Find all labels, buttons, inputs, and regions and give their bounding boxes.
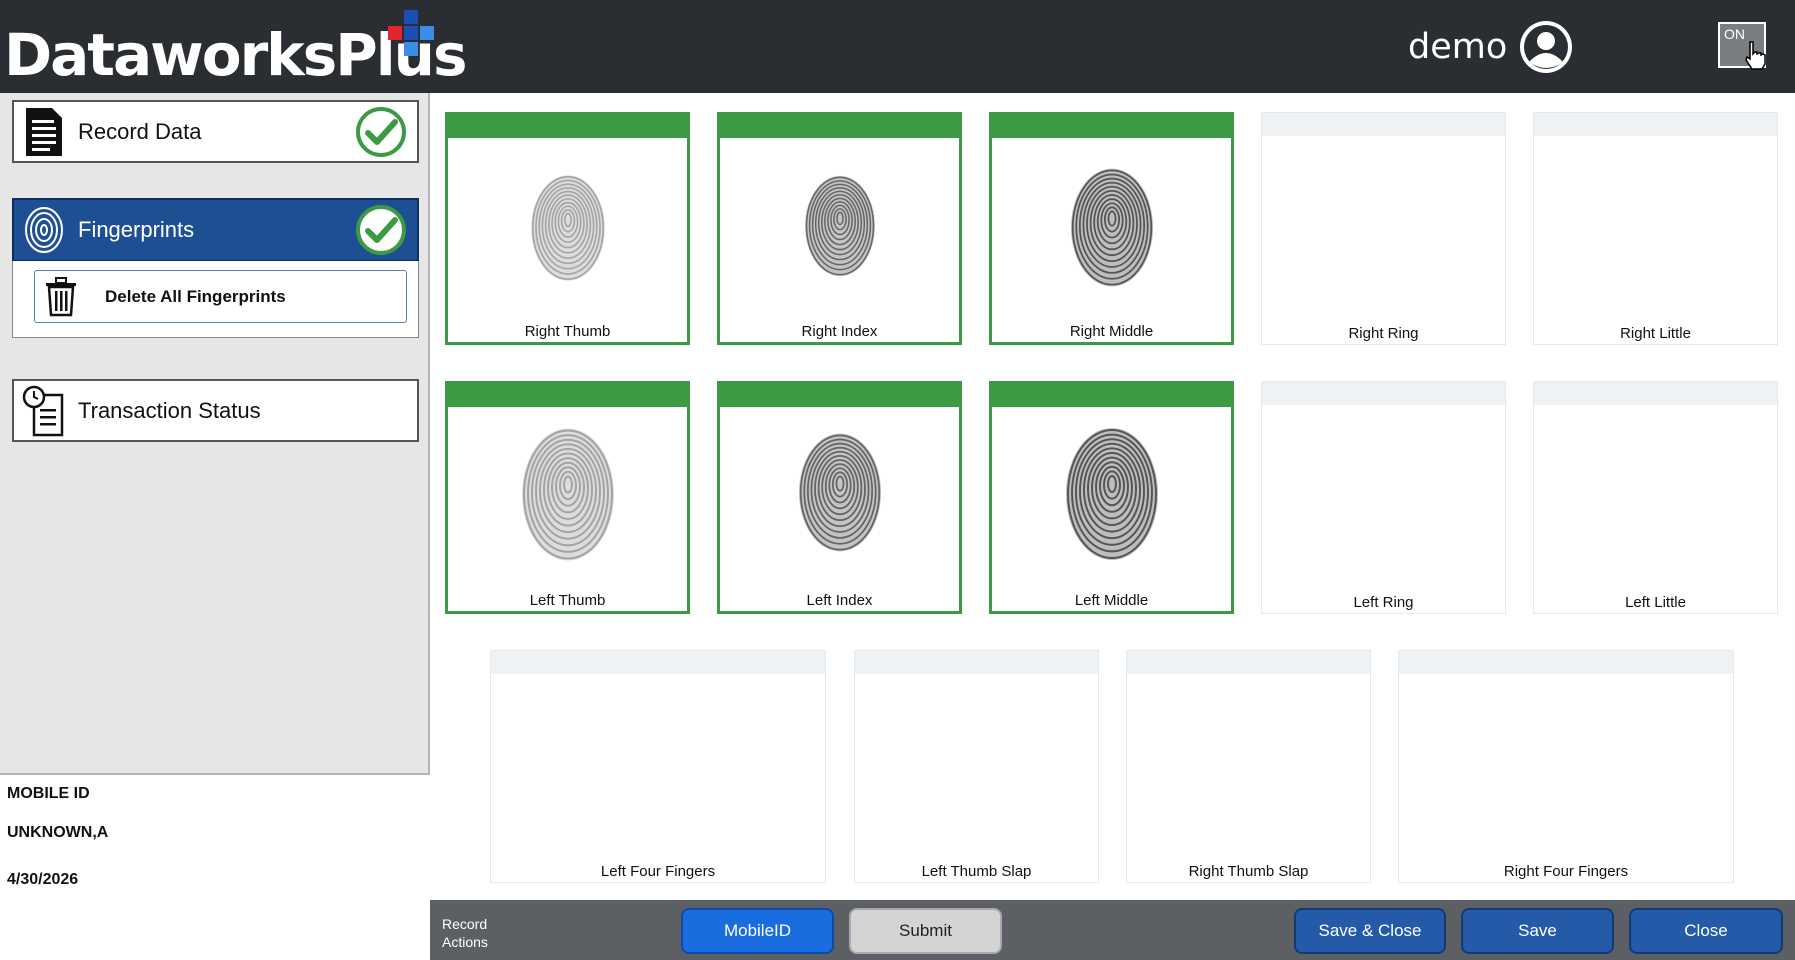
finger-card-right-thumb[interactable]: Right Thumb bbox=[445, 112, 690, 345]
delete-all-fingerprints-button[interactable]: Delete All Fingerprints bbox=[34, 270, 407, 323]
finger-card-left-thumb[interactable]: Left Thumb bbox=[445, 381, 690, 614]
close-button[interactable]: Close bbox=[1629, 908, 1783, 954]
card-status-bar bbox=[1262, 113, 1505, 136]
save-button[interactable]: Save bbox=[1461, 908, 1614, 954]
fingerprint-image bbox=[804, 175, 875, 277]
app-header: DataworksPlus demo ON bbox=[0, 0, 1795, 93]
finger-card-left-thumb-slap[interactable]: Left Thumb Slap bbox=[854, 650, 1099, 883]
card-status-bar bbox=[992, 115, 1231, 138]
hand-cursor-icon bbox=[1745, 41, 1766, 70]
card-status-bar bbox=[448, 384, 687, 407]
card-status-bar bbox=[1262, 382, 1505, 405]
record-actions-bar: Record Actions MobileID Submit Save & Cl… bbox=[430, 900, 1795, 960]
card-status-bar bbox=[1127, 651, 1370, 674]
card-status-bar bbox=[448, 115, 687, 138]
user-menu[interactable]: demo bbox=[1408, 20, 1573, 74]
finger-label: Left Middle bbox=[1074, 592, 1149, 609]
finger-card-right-ring[interactable]: Right Ring bbox=[1261, 112, 1506, 345]
check-icon bbox=[356, 205, 406, 255]
trash-icon bbox=[46, 276, 76, 316]
record-date: 4/30/2026 bbox=[7, 871, 79, 888]
finger-card-left-ring[interactable]: Left Ring bbox=[1261, 381, 1506, 614]
submit-button[interactable]: Submit bbox=[849, 908, 1002, 954]
finger-label: Right Thumb bbox=[524, 323, 611, 340]
record-info: MOBILE ID UNKNOWN,A 4/30/2026 bbox=[0, 773, 430, 953]
user-avatar-icon[interactable] bbox=[1519, 20, 1573, 74]
nav-record-data-label: Record Data bbox=[78, 118, 202, 144]
online-toggle[interactable]: ON bbox=[1718, 22, 1766, 70]
finger-label: Left Thumb Slap bbox=[921, 863, 1032, 880]
finger-label: Right Ring bbox=[1348, 325, 1419, 342]
logo-mark-icon bbox=[388, 10, 434, 56]
finger-label: Right Little bbox=[1620, 325, 1691, 342]
fingerprint-image bbox=[521, 428, 614, 561]
card-status-bar bbox=[1534, 382, 1777, 405]
nav-fingerprints-label: Fingerprints bbox=[78, 217, 195, 242]
user-name: demo bbox=[1408, 27, 1508, 67]
finger-label: Left Index bbox=[806, 592, 873, 609]
mobileid-button[interactable]: MobileID bbox=[681, 908, 834, 954]
finger-card-left-index[interactable]: Left Index bbox=[717, 381, 962, 614]
document-icon bbox=[26, 107, 62, 156]
fingerprint-image bbox=[530, 175, 605, 281]
finger-card-right-index[interactable]: Right Index bbox=[717, 112, 962, 345]
finger-label: Right Four Fingers bbox=[1503, 863, 1629, 880]
fingerprint-image bbox=[798, 433, 881, 552]
sidebar: Record Data Fingerprints Delete All Fing… bbox=[0, 93, 430, 953]
finger-card-right-four-fingers[interactable]: Right Four Fingers bbox=[1398, 650, 1734, 883]
nav-record-data[interactable]: Record Data bbox=[12, 100, 419, 163]
nav-transaction-status[interactable]: Transaction Status bbox=[12, 379, 419, 442]
check-icon bbox=[356, 106, 406, 157]
fingerprint-image bbox=[1070, 168, 1153, 287]
card-status-bar bbox=[720, 115, 959, 138]
finger-label: Right Index bbox=[801, 323, 878, 340]
card-status-bar bbox=[1534, 113, 1777, 136]
delete-all-label: Delete All Fingerprints bbox=[105, 286, 286, 306]
card-status-bar bbox=[1399, 651, 1733, 674]
nav-transaction-status-label: Transaction Status bbox=[78, 397, 261, 423]
finger-label: Right Thumb Slap bbox=[1188, 863, 1309, 880]
record-type: MOBILE ID bbox=[7, 785, 90, 802]
finger-card-left-four-fingers[interactable]: Left Four Fingers bbox=[490, 650, 826, 883]
finger-card-right-middle[interactable]: Right Middle bbox=[989, 112, 1234, 345]
subject-name: UNKNOWN,A bbox=[7, 824, 109, 841]
clock-checklist-icon bbox=[22, 385, 64, 436]
finger-label: Right Middle bbox=[1069, 323, 1154, 340]
finger-label: Left Four Fingers bbox=[600, 863, 716, 880]
finger-card-left-little[interactable]: Left Little bbox=[1533, 381, 1778, 614]
finger-label: Left Thumb bbox=[529, 592, 606, 609]
save-and-close-button[interactable]: Save & Close bbox=[1294, 908, 1446, 954]
record-actions-title: Record Actions bbox=[442, 916, 488, 950]
finger-card-right-little[interactable]: Right Little bbox=[1533, 112, 1778, 345]
finger-card-right-thumb-slap[interactable]: Right Thumb Slap bbox=[1126, 650, 1371, 883]
fingerprints-panel: Delete All Fingerprints bbox=[12, 261, 419, 338]
fingerprint-icon bbox=[25, 207, 63, 253]
card-status-bar bbox=[855, 651, 1098, 674]
finger-card-left-middle[interactable]: Left Middle bbox=[989, 381, 1234, 614]
nav-fingerprints[interactable]: Fingerprints bbox=[12, 198, 419, 262]
card-status-bar bbox=[720, 384, 959, 407]
finger-label: Left Ring bbox=[1353, 594, 1414, 611]
card-status-bar bbox=[491, 651, 825, 674]
card-status-bar bbox=[992, 384, 1231, 407]
finger-label: Left Little bbox=[1625, 594, 1686, 611]
fingerprint-image bbox=[1065, 428, 1158, 560]
